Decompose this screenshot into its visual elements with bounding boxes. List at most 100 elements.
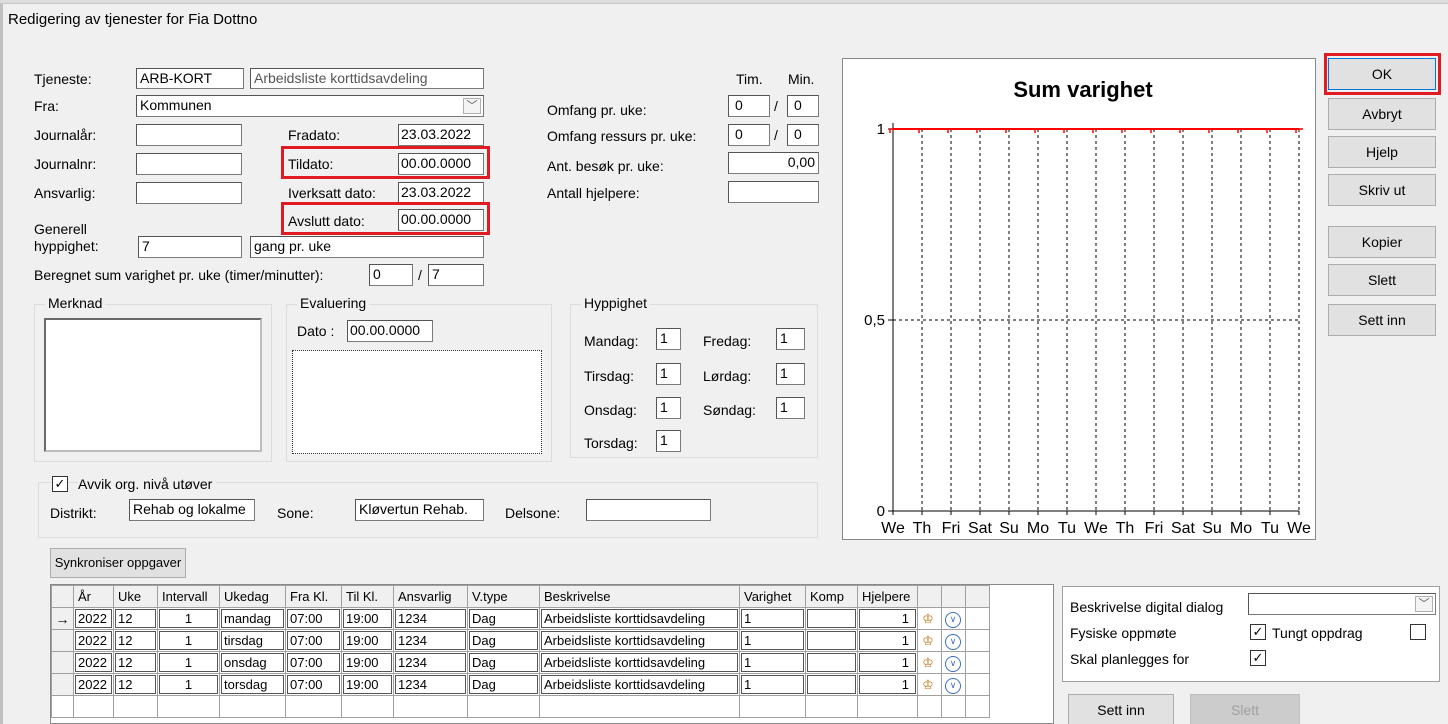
grid-cell[interactable]: Dag bbox=[469, 653, 538, 672]
merknad-textarea[interactable] bbox=[44, 318, 262, 452]
ant-besok-field[interactable]: 0,00 bbox=[728, 152, 819, 174]
chevron-down-circle-icon[interactable]: ∨ bbox=[945, 611, 961, 628]
grid-cell[interactable] bbox=[807, 675, 856, 694]
grid-cell[interactable]: 2022 bbox=[75, 631, 112, 650]
grid-cell[interactable]: tirsdag bbox=[221, 631, 284, 650]
grid-column-header[interactable]: Uke bbox=[113, 585, 158, 608]
grid-cell[interactable]: Dag bbox=[469, 675, 538, 694]
avbryt-button[interactable]: Avbryt bbox=[1328, 98, 1436, 130]
hjelp-button[interactable]: Hjelp bbox=[1328, 136, 1436, 168]
sone-field[interactable]: Kløvertun Rehab. bbox=[355, 499, 484, 521]
grid-cell[interactable]: 12 bbox=[115, 631, 156, 650]
sondag-field[interactable]: 1 bbox=[776, 397, 805, 419]
grid-cell[interactable]: 19:00 bbox=[343, 675, 392, 694]
user-edit-icon[interactable]: ♔ bbox=[918, 611, 938, 627]
slett-button[interactable]: Slett bbox=[1328, 264, 1436, 296]
grid-cell[interactable]: 1 bbox=[859, 609, 916, 628]
grid-cell[interactable]: Arbeidsliste korttidsavdeling bbox=[541, 653, 738, 672]
grid-cell[interactable]: 19:00 bbox=[343, 653, 392, 672]
grid-column-header[interactable] bbox=[941, 585, 966, 608]
grid-cell[interactable]: 12 bbox=[115, 675, 156, 694]
chevron-down-icon[interactable]: ﹀ bbox=[1415, 596, 1433, 612]
grid-cell[interactable]: 19:00 bbox=[343, 631, 392, 650]
grid-cell[interactable]: 19:00 bbox=[343, 609, 392, 628]
table-row[interactable] bbox=[51, 695, 990, 718]
grid-cell[interactable]: 1 bbox=[859, 675, 916, 694]
grid-cell[interactable]: Dag bbox=[469, 631, 538, 650]
avvik-checkbox[interactable]: ✓ bbox=[52, 476, 68, 492]
delsone-field[interactable] bbox=[586, 499, 711, 521]
grid-cell[interactable]: 1 bbox=[741, 609, 804, 628]
grid-cell[interactable]: 07:00 bbox=[287, 631, 340, 650]
grid-column-header[interactable]: V.type bbox=[467, 585, 540, 608]
grid-cell[interactable]: 1 bbox=[159, 653, 218, 672]
omfang-min-field[interactable]: 0 bbox=[787, 95, 819, 117]
grid-cell[interactable]: 2022 bbox=[75, 675, 112, 694]
evaluering-textarea[interactable] bbox=[292, 350, 542, 454]
grid-column-header[interactable]: Fra Kl. bbox=[285, 585, 342, 608]
torsdag-field[interactable]: 1 bbox=[656, 430, 681, 452]
lordag-field[interactable]: 1 bbox=[776, 363, 805, 385]
grid-cell[interactable]: 12 bbox=[115, 609, 156, 628]
table-row[interactable]: → 2022 12 1 mandag 07:00 19:00 1234 Dag Arbeidsli… bbox=[51, 607, 990, 630]
antall-hjelpere-field[interactable] bbox=[728, 181, 819, 203]
grid-cell[interactable]: 07:00 bbox=[287, 675, 340, 694]
grid-cell[interactable]: 2022 bbox=[75, 609, 112, 628]
grid-cell[interactable]: 12 bbox=[115, 653, 156, 672]
grid-cell[interactable]: 1 bbox=[159, 631, 218, 650]
avslutt-field[interactable]: 00.00.0000 bbox=[398, 209, 484, 231]
grid-column-header[interactable]: Varighet bbox=[739, 585, 806, 608]
grid-cell[interactable]: 1234 bbox=[395, 653, 466, 672]
grid-cell[interactable] bbox=[807, 631, 856, 650]
grid-column-header[interactable]: Ukedag bbox=[219, 585, 286, 608]
grid-column-header[interactable] bbox=[965, 585, 990, 608]
fysiske-checkbox[interactable]: ✓ bbox=[1250, 624, 1266, 640]
omfang-tim-field[interactable]: 0 bbox=[728, 95, 770, 117]
distrikt-field[interactable]: Rehab og lokalme bbox=[129, 499, 255, 521]
grid-cell[interactable]: 2022 bbox=[75, 653, 112, 672]
journalnr-field[interactable] bbox=[136, 153, 242, 175]
grid-cell[interactable]: 1234 bbox=[395, 675, 466, 694]
ansvarlig-field[interactable] bbox=[136, 182, 242, 204]
grid-cell[interactable]: 1234 bbox=[395, 631, 466, 650]
fra-dropdown[interactable]: Kommunen ﹀ bbox=[136, 95, 484, 117]
tildato-field[interactable]: 00.00.0000 bbox=[398, 153, 484, 175]
user-edit-icon[interactable]: ♔ bbox=[918, 677, 938, 693]
grid-cell[interactable]: 1 bbox=[859, 631, 916, 650]
grid-column-header[interactable]: Ansvarlig bbox=[393, 585, 468, 608]
iverksatt-field[interactable]: 23.03.2022 bbox=[398, 182, 484, 204]
planlegges-checkbox[interactable]: ✓ bbox=[1250, 650, 1266, 666]
grid-cell[interactable]: Arbeidsliste korttidsavdeling bbox=[541, 675, 738, 694]
synkroniser-button[interactable]: Synkroniser oppgaver bbox=[50, 548, 186, 578]
grid-column-header[interactable] bbox=[917, 585, 942, 608]
tjeneste-code-field[interactable]: ARB-KORT bbox=[136, 68, 244, 89]
evaluering-dato-field[interactable]: 00.00.0000 bbox=[347, 320, 433, 342]
user-edit-icon[interactable]: ♔ bbox=[918, 655, 938, 671]
grid-cell[interactable]: 1 bbox=[859, 653, 916, 672]
beskrivelse-dropdown[interactable]: ﹀ bbox=[1248, 593, 1436, 615]
grid-column-header[interactable]: År bbox=[73, 585, 114, 608]
bottom-slett-button[interactable]: Slett bbox=[1190, 694, 1300, 724]
chevron-down-circle-icon[interactable]: ∨ bbox=[945, 633, 961, 650]
table-row[interactable]: 2022 12 1 onsdag 07:00 19:00 1234 Dag Arbeidslis… bbox=[51, 651, 990, 674]
grid-cell[interactable]: 1 bbox=[741, 675, 804, 694]
generell-hyppighet-field[interactable]: 7 bbox=[138, 236, 242, 258]
omfang-ressurs-tim-field[interactable]: 0 bbox=[728, 124, 770, 146]
grid-cell[interactable]: torsdag bbox=[221, 675, 284, 694]
tirsdag-field[interactable]: 1 bbox=[656, 363, 681, 385]
sett-inn-button[interactable]: Sett inn bbox=[1328, 304, 1436, 336]
user-edit-icon[interactable]: ♔ bbox=[918, 633, 938, 649]
grid-cell[interactable]: mandag bbox=[221, 609, 284, 628]
skriv-ut-button[interactable]: Skriv ut bbox=[1328, 174, 1436, 206]
grid-cell[interactable]: 07:00 bbox=[287, 653, 340, 672]
chevron-down-circle-icon[interactable]: ∨ bbox=[945, 677, 961, 694]
onsdag-field[interactable]: 1 bbox=[656, 397, 681, 419]
grid-cell[interactable]: 1 bbox=[741, 631, 804, 650]
fredag-field[interactable]: 1 bbox=[776, 328, 805, 350]
bottom-sett-inn-button[interactable]: Sett inn bbox=[1068, 694, 1174, 724]
ok-button[interactable]: OK bbox=[1328, 58, 1436, 90]
chevron-down-circle-icon[interactable]: ∨ bbox=[945, 655, 961, 672]
grid-cell[interactable]: Arbeidsliste korttidsavdeling bbox=[541, 609, 738, 628]
tungt-checkbox[interactable] bbox=[1410, 624, 1426, 640]
fradato-field[interactable]: 23.03.2022 bbox=[398, 124, 484, 146]
